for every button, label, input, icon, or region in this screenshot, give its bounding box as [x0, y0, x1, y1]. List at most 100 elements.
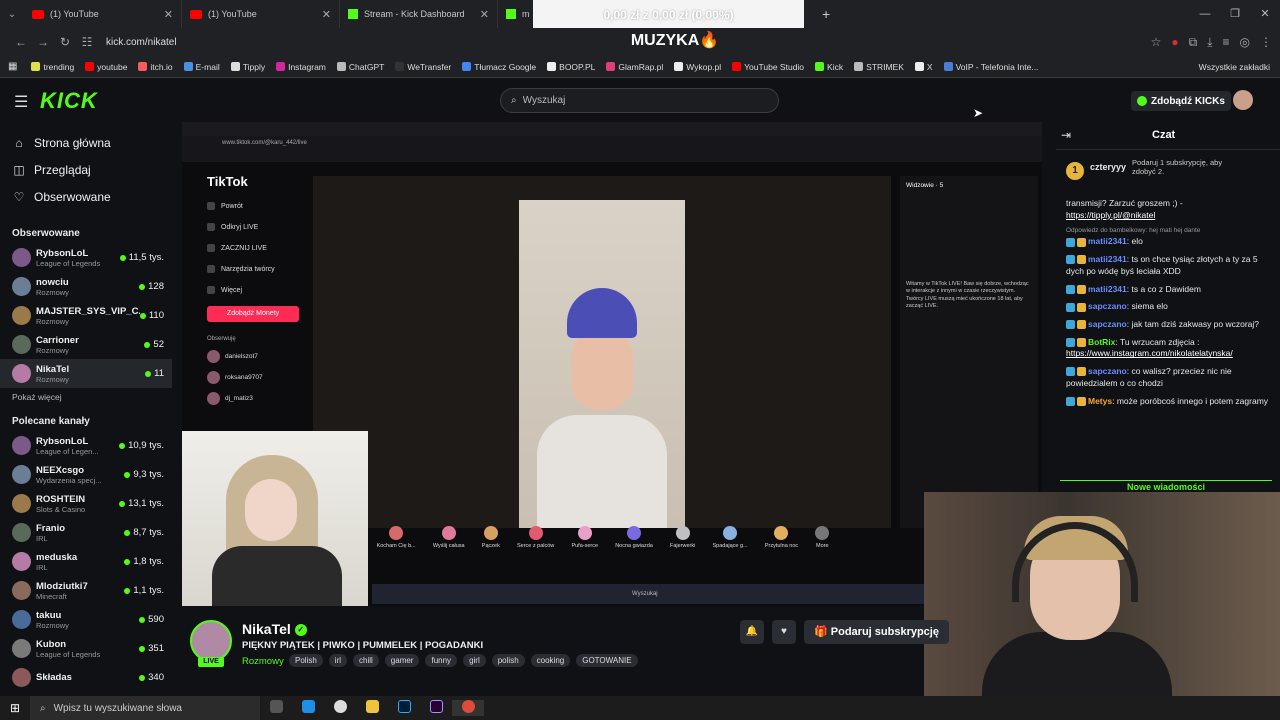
tag-chip[interactable]: polish	[491, 654, 525, 667]
new-tab-button[interactable]: +	[822, 6, 830, 22]
search-input[interactable]	[522, 95, 743, 106]
tag-chip[interactable]: chill	[353, 654, 379, 667]
tag-chip[interactable]: cooking	[530, 654, 571, 667]
nav-following[interactable]: ♡ Obserwowane	[0, 183, 172, 210]
chat-link[interactable]: https://www.instagram.com/nikolatelatyns…	[1066, 348, 1233, 358]
close-window-icon[interactable]: ✕	[1250, 0, 1280, 28]
tab-youtube-2[interactable]: (1) YouTube ✕	[182, 0, 340, 28]
site-info-icon[interactable]: ☷	[76, 35, 98, 49]
bookmark-item[interactable]: E-mail	[183, 62, 220, 72]
all-bookmarks-folder[interactable]: Wszystkie zakładki	[1199, 56, 1270, 78]
stream-category[interactable]: Rozmowy	[242, 656, 284, 667]
tag-chip[interactable]: Polish	[289, 654, 323, 667]
chat-username[interactable]: BotRix	[1088, 337, 1115, 347]
menu-dots-icon[interactable]: ⋮	[1260, 35, 1272, 49]
channel-item[interactable]: meduska IRL 1,8 tys.	[0, 547, 172, 576]
bookmark-item[interactable]: X	[914, 62, 933, 72]
media-icon[interactable]: ≡	[1223, 35, 1230, 49]
tag-chip[interactable]: girl	[463, 654, 486, 667]
download-icon[interactable]: ⤓	[1207, 35, 1212, 50]
chat-username[interactable]: sapczano	[1088, 366, 1127, 376]
close-icon[interactable]: ✕	[322, 8, 331, 21]
tab-menu-icon[interactable]: ⌄	[0, 9, 24, 20]
extensions-puzzle-icon[interactable]: ⧉	[1189, 35, 1198, 50]
reply-preview[interactable]: Odpowiedz do bambelkowy: hej mati hej da…	[1066, 227, 1274, 236]
bookmark-item[interactable]: Wykop.pl	[674, 62, 721, 72]
windows-start-icon[interactable]: ⊞	[0, 701, 30, 715]
nav-browse[interactable]: ◫ Przeglądaj	[0, 156, 172, 183]
hamburger-menu-icon[interactable]: ☰	[14, 92, 28, 112]
pinned-user[interactable]: czteryyy	[1090, 162, 1126, 172]
chat-username[interactable]: matii2341	[1088, 284, 1127, 294]
premiere-icon[interactable]	[420, 700, 452, 716]
bookmark-item[interactable]: itch.io	[138, 62, 173, 72]
taskbar-search[interactable]: ⌕ Wpisz tu wyszukiwane słowa	[30, 696, 260, 720]
bookmark-item[interactable]: trending	[31, 62, 74, 72]
file-explorer-icon[interactable]	[356, 700, 388, 716]
close-icon[interactable]: ✕	[164, 8, 173, 21]
bookmark-item[interactable]: GlamRap.pl	[606, 62, 663, 72]
channel-item[interactable]: Franio IRL 8,7 tys.	[0, 518, 172, 547]
kick-logo[interactable]: KICK	[40, 88, 98, 114]
profile-icon[interactable]: ◎	[1240, 35, 1250, 49]
bookmark-item[interactable]: BOOP.PL	[547, 62, 595, 72]
gift-sub-button[interactable]: 🎁 Podaruj subskrypcję	[804, 620, 949, 644]
channel-item[interactable]: RybsonLoL League of Legends 11,5 tys.	[0, 243, 172, 272]
channel-item[interactable]: ROSHTEIN Slots & Casino 13,1 tys.	[0, 489, 172, 518]
chrome-icon[interactable]	[452, 700, 484, 716]
channel-item[interactable]: Kubon League of Legends 351	[0, 634, 172, 663]
streamer-name[interactable]: NikaTel ✓	[242, 621, 307, 637]
restore-icon[interactable]: ❐	[1220, 0, 1250, 28]
channel-item[interactable]: MAJSTER_SYS_VIP_C... Rozmowy 110	[0, 301, 172, 330]
forward-icon[interactable]: →	[32, 35, 54, 49]
reload-icon[interactable]: ↻	[54, 35, 76, 49]
tag-chip[interactable]: irl	[328, 654, 348, 667]
task-view-icon[interactable]	[260, 700, 292, 716]
tag-chip[interactable]: gamer	[384, 654, 420, 667]
bookmark-item[interactable]: ChatGPT	[336, 62, 384, 72]
collapse-chat-icon[interactable]: ⇥	[1061, 128, 1071, 142]
tag-chip[interactable]: GOTOWANIE	[576, 654, 638, 667]
nav-home[interactable]: ⌂ Strona główna	[0, 129, 172, 156]
bookmark-item[interactable]: STRIMEK	[854, 62, 904, 72]
channel-item[interactable]: Carrioner Rozmowy 52	[0, 330, 172, 359]
tab-youtube-1[interactable]: (1) YouTube ✕	[24, 0, 182, 28]
channel-item[interactable]: nowciu Rozmowy 128	[0, 272, 172, 301]
bookmark-item[interactable]: YouTube Studio	[732, 62, 804, 72]
bookmark-item[interactable]: Tipply	[230, 62, 265, 72]
chat-username[interactable]: Metys	[1088, 396, 1112, 406]
bookmark-item[interactable]: Instagram	[276, 62, 326, 72]
close-icon[interactable]: ✕	[480, 8, 489, 21]
chat-username[interactable]: matii2341	[1088, 236, 1127, 246]
apps-grid-icon[interactable]: ▦	[8, 61, 17, 72]
channel-item[interactable]: Składas 340	[0, 663, 172, 692]
channel-item[interactable]: Mlodziutki7 Minecraft 1,1 tys.	[0, 576, 172, 605]
tab-kick-active[interactable]: mi	[498, 0, 538, 28]
bookmark-item[interactable]: WeTransfer	[395, 62, 451, 72]
photoshop-icon[interactable]	[388, 700, 420, 716]
get-kicks-button[interactable]: Zdobądź KICKs	[1131, 91, 1231, 111]
obs-icon[interactable]	[324, 700, 356, 716]
channel-item[interactable]: NEEXcsgo Wydarzenia specj... 9,3 tys.	[0, 460, 172, 489]
bookmark-star-icon[interactable]: ☆	[1151, 35, 1162, 49]
chat-username[interactable]: matii2341	[1088, 254, 1127, 264]
follow-heart-icon[interactable]: ♥	[772, 620, 796, 644]
chat-link[interactable]: https://tipply.pl/@nikatel	[1066, 210, 1155, 220]
streamer-avatar[interactable]	[190, 620, 232, 662]
channel-item[interactable]: takuu Rozmowy 590	[0, 605, 172, 634]
url-text[interactable]: kick.com/nikatel	[106, 37, 177, 48]
bookmark-item[interactable]: youtube	[85, 62, 127, 72]
minimize-icon[interactable]: —	[1190, 0, 1220, 28]
notification-bell-icon[interactable]: 🔔	[740, 620, 764, 644]
chat-username[interactable]: sapczano	[1088, 319, 1127, 329]
new-messages-divider[interactable]: Nowe wiadomości	[1060, 480, 1272, 492]
search-bar[interactable]: ⌕	[500, 88, 779, 113]
channel-item[interactable]: RybsonLoL League of Legen... 10,9 tys.	[0, 431, 172, 460]
back-icon[interactable]: ←	[10, 35, 32, 49]
extension-icon[interactable]: ●	[1171, 35, 1178, 49]
tag-chip[interactable]: funny	[425, 654, 458, 667]
show-more-link[interactable]: Pokaż więcej	[0, 388, 172, 408]
bookmark-item[interactable]: VoIP - Telefonia Inte...	[943, 62, 1038, 72]
channel-item[interactable]: NikaTel Rozmowy 11	[0, 359, 172, 388]
tab-kick-dashboard[interactable]: Stream - Kick Dashboard ✕	[340, 0, 498, 28]
